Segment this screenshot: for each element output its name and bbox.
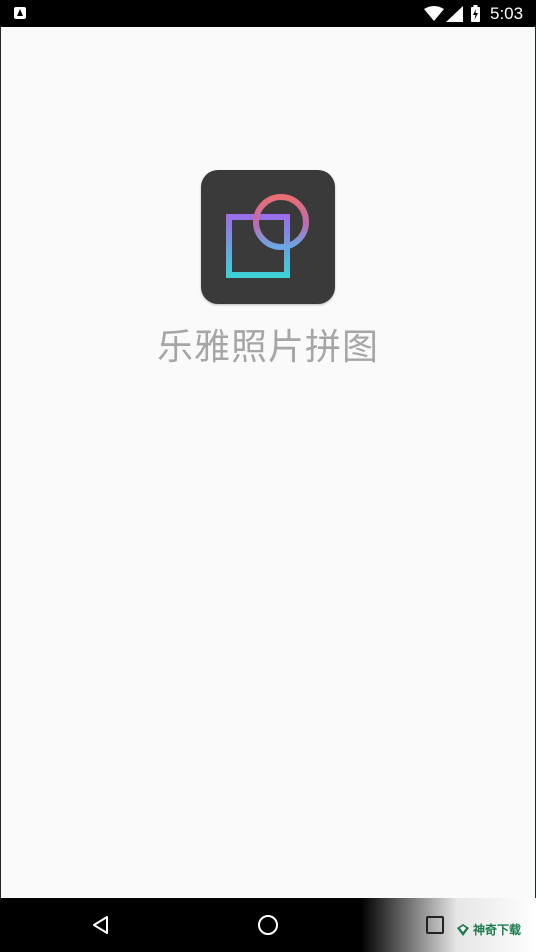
cell-signal-icon [446,6,463,22]
home-icon [258,915,278,935]
battery-charging-icon [471,5,480,22]
app-name: 乐雅照片拼图 [156,327,379,368]
status-time: 5:03 [490,4,524,23]
watermark: 神奇下载 [456,921,521,938]
home-button[interactable] [253,910,283,940]
back-button[interactable] [86,910,116,940]
app-logo [201,170,335,304]
screen-border [0,0,536,952]
watermark-logo-icon [457,923,469,936]
recents-button[interactable] [420,910,450,940]
overlapping-square-circle-icon [226,194,309,278]
notification-a-icon [14,7,26,19]
status-bar: 5:03 [0,0,536,27]
back-icon [93,916,108,934]
wifi-icon [424,6,444,21]
watermark-text: 神奇下载 [473,923,522,937]
recents-icon [426,916,444,934]
